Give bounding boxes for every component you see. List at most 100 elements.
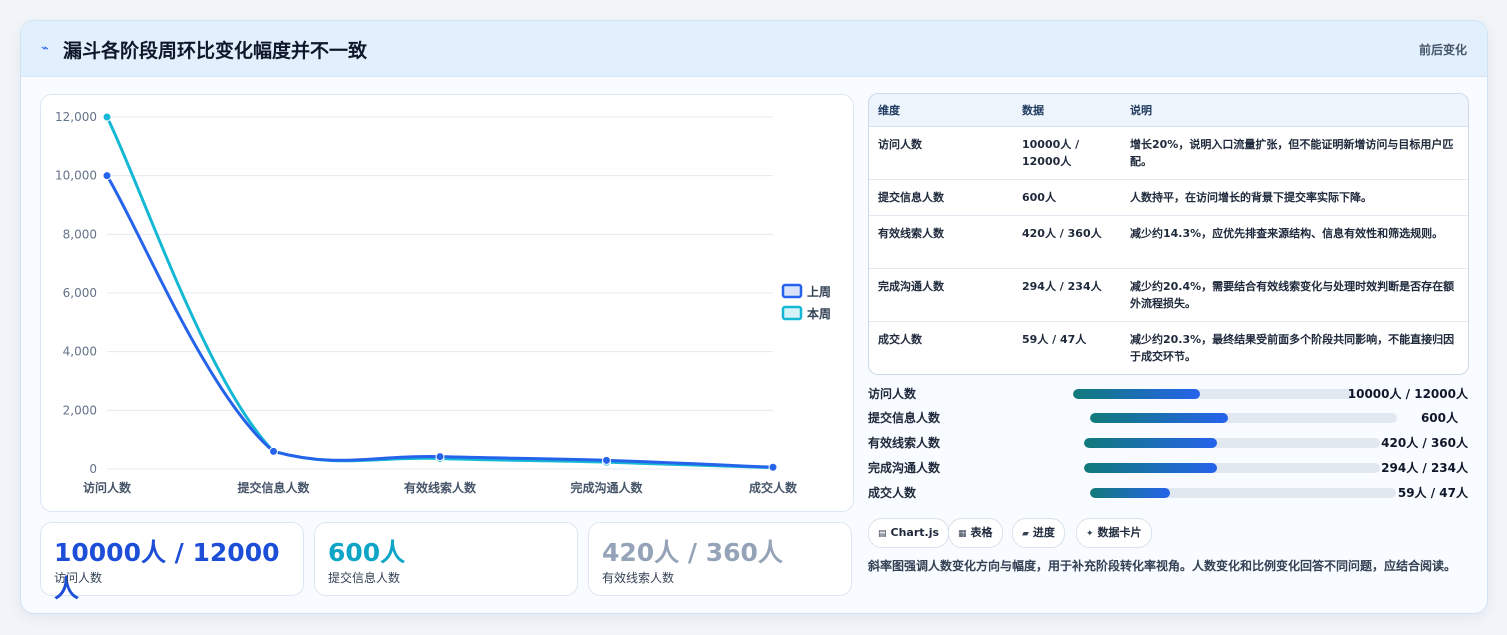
table-cell: 成交人数 <box>878 333 922 346</box>
progress-fill <box>1090 413 1229 423</box>
y-tick-label: 0 <box>89 462 97 476</box>
x-tick-label: 成交人数 <box>749 480 798 495</box>
chart-icon: ▤ <box>878 529 887 539</box>
table-header-dimension: 维度 <box>869 94 1013 127</box>
progress-row: 完成沟通人数 294人 / 234人 <box>868 457 1468 477</box>
line-chart-svg: 0 2,000 4,000 6,000 8,000 10,000 12,000 访问人数 提交信… <box>55 110 831 495</box>
table-header-data: 数据 <box>1013 94 1121 127</box>
y-tick-label: 2,000 <box>63 403 97 417</box>
table-row: 访问人数 10000人 / 12000人 增长20%，说明入口流量扩张，但不能证… <box>869 126 1468 180</box>
data-point <box>102 171 112 181</box>
x-tick-label: 完成沟通人数 <box>570 480 643 495</box>
progress-fill <box>1084 438 1218 448</box>
tag-data-card[interactable]: ✦ 数据卡片 <box>1076 518 1152 548</box>
tag-label: Chart.js <box>890 526 940 539</box>
panel-card: ⌁ 漏斗各阶段周环比变化幅度并不一致 前后变化 0 2,000 4,000 6,000… <box>20 20 1488 614</box>
panel-header: ⌁ 漏斗各阶段周环比变化幅度并不一致 前后变化 <box>21 21 1487 77</box>
progress-track <box>1073 389 1355 399</box>
table-cell: 420人 / 360人 <box>1013 215 1121 269</box>
y-tick-label: 12,000 <box>55 110 97 124</box>
progress-row: 提交信息人数 600人 <box>868 407 1468 427</box>
progress-track <box>1084 463 1380 473</box>
table-cell: 减少约20.3%，最终结果受前面多个阶段共同影响，不能直接归因于成交环节。 <box>1130 333 1455 363</box>
progress-row: 访问人数 10000人 / 12000人 <box>868 383 1468 403</box>
table-cell: 访问人数 <box>869 126 1013 180</box>
progress-value: 294人 / 234人 <box>1381 461 1468 475</box>
table-cell: 增长20%，说明入口流量扩张，但不能证明新增访问与目标用户匹配。 <box>1121 126 1468 180</box>
progress-row: 成交人数 59人 / 47人 <box>868 482 1468 502</box>
table-row: 成交人数 59人 / 47人 减少约20.3%，最终结果受前面多个阶段共同影响，… <box>869 322 1468 375</box>
table-row: 完成沟通人数 294人 / 234人 减少约20.4%，需要结合有效线索变化与处… <box>869 268 1468 322</box>
series-line-0 <box>105 174 774 469</box>
progress-label: 提交信息人数 <box>868 411 941 425</box>
table-cell: 294人 / 234人 <box>1013 268 1121 322</box>
progress-label: 完成沟通人数 <box>868 461 941 475</box>
progress-track <box>1090 488 1396 498</box>
data-point <box>435 452 445 462</box>
progress-label: 成交人数 <box>868 486 917 500</box>
legend-label: 本周 <box>807 306 831 321</box>
chart-note: 斜率图强调人数变化方向与幅度，用于补充阶段转化率视角。人数变化和比例变化回答不同… <box>868 559 1457 573</box>
tag-progress[interactable]: ▰ 进度 <box>1012 518 1065 548</box>
panel-title: 漏斗各阶段周环比变化幅度并不一致 <box>63 40 368 62</box>
stat-card-visits: 10000人 / 12000人 访问人数 <box>40 522 304 603</box>
y-tick-label: 10,000 <box>55 169 97 183</box>
progress-fill <box>1084 463 1218 473</box>
table-cell: 完成沟通人数 <box>869 268 1013 322</box>
line-chart: 0 2,000 4,000 6,000 8,000 10,000 12,000 访问人数 提交信… <box>40 94 854 512</box>
legend-label: 上周 <box>807 284 831 299</box>
progress-label: 访问人数 <box>868 387 917 401</box>
data-point <box>768 462 778 472</box>
y-tick-label: 4,000 <box>63 345 97 359</box>
table-row: 有效线索人数 420人 / 360人 减少约14.3%，应优先排查来源结构、信息… <box>869 215 1468 269</box>
legend-swatch <box>781 305 803 321</box>
table-cell: 提交信息人数 <box>869 179 1013 216</box>
tag-chartjs[interactable]: ▤ Chart.js <box>868 518 950 548</box>
stat-label: 有效线索人数 <box>602 571 675 585</box>
progress-value: 600人 <box>1420 411 1458 425</box>
y-tick-label: 6,000 <box>63 286 97 300</box>
tag-label: 表格 <box>970 526 993 539</box>
tag-table[interactable]: ▦ 表格 <box>948 518 1003 548</box>
progress-track <box>1084 438 1380 448</box>
stat-value: 420人 / 360人 <box>602 538 783 567</box>
pulse-icon: ⌁ <box>41 41 49 56</box>
y-tick-label: 8,000 <box>63 227 97 241</box>
tag-label: 数据卡片 <box>1097 526 1142 539</box>
progress-icon: ▰ <box>1022 529 1029 539</box>
series-line-1 <box>105 116 774 470</box>
tag-label: 进度 <box>1032 526 1055 539</box>
progress-value: 10000人 / 12000人 <box>1347 387 1468 401</box>
stat-label: 提交信息人数 <box>328 571 401 585</box>
table-cell: 10000人 / 12000人 <box>1013 126 1121 180</box>
table-header-note: 说明 <box>1121 94 1468 127</box>
progress-label: 有效线索人数 <box>868 436 941 450</box>
sparkle-icon: ✦ <box>1086 529 1094 539</box>
progress-fill <box>1090 488 1170 498</box>
progress-value: 59人 / 47人 <box>1397 486 1468 500</box>
data-point <box>269 446 278 456</box>
stat-label: 访问人数 <box>54 571 103 585</box>
data-point <box>102 112 112 122</box>
progress-value: 420人 / 360人 <box>1381 436 1468 450</box>
progress-track <box>1090 413 1397 423</box>
table-cell: 人数持平，在访问增长的背景下提交率实际下降。 <box>1121 179 1468 216</box>
x-tick-label: 提交信息人数 <box>237 480 310 495</box>
x-tick-label: 有效线索人数 <box>404 480 477 495</box>
table-icon: ▦ <box>958 529 967 539</box>
stat-card-leads: 420人 / 360人 有效线索人数 <box>588 522 852 596</box>
x-tick-label: 访问人数 <box>83 480 132 495</box>
legend-swatch <box>781 283 803 299</box>
table-cell: 59人 / 47人 <box>1022 333 1087 346</box>
table-cell: 减少约14.3%，应优先排查来源结构、信息有效性和筛选规则。 <box>1121 215 1468 269</box>
stat-card-submits: 600人 提交信息人数 <box>314 522 578 596</box>
progress-row: 有效线索人数 420人 / 360人 <box>868 432 1468 452</box>
table-cell: 减少约20.4%，需要结合有效线索变化与处理时效判断是否存在额外流程损失。 <box>1121 268 1468 322</box>
data-table: 维度 数据 说明 访问人数 10000人 / 12000人 增长20%，说明入口… <box>868 93 1469 375</box>
table-row: 提交信息人数 600人 人数持平，在访问增长的背景下提交率实际下降。 <box>869 179 1468 216</box>
header-right-label: 前后变化 <box>1418 43 1467 57</box>
table-cell: 有效线索人数 <box>869 215 1013 269</box>
progress-fill <box>1073 389 1200 399</box>
data-point <box>602 455 611 465</box>
stat-value: 600人 <box>328 538 406 567</box>
